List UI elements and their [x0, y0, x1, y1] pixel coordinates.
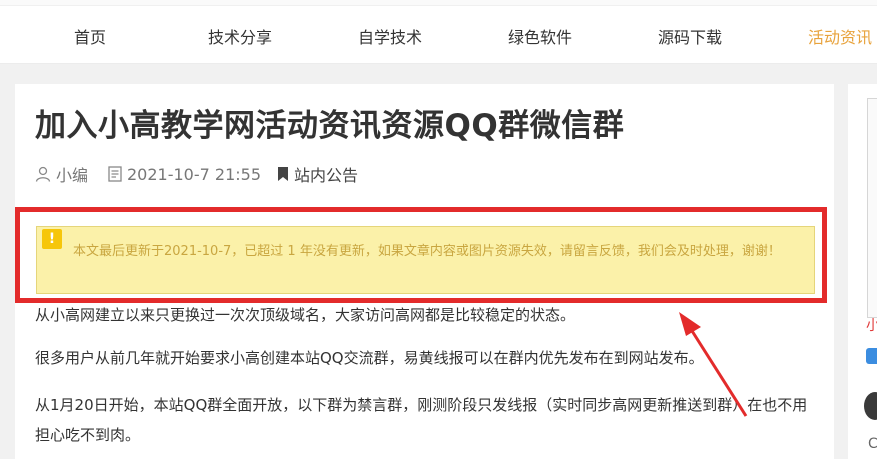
sidebar: 小 C — [848, 84, 877, 459]
article-card: 加入小高教学网活动资讯资源QQ群微信群 小编 2021-10-7 21:55 站… — [15, 84, 834, 459]
highlight-box — [15, 207, 827, 303]
calendar-icon — [108, 166, 122, 182]
paragraph-4: 担心吃不到肉。 — [35, 426, 141, 444]
nav-item-source-download[interactable]: 源码下载 — [658, 28, 722, 48]
publish-date: 2021-10-7 21:55 — [127, 164, 261, 184]
sidebar-c-text: C — [868, 436, 877, 452]
sidebar-red-text[interactable]: 小 — [866, 316, 877, 336]
nav-item-activity-news[interactable]: 活动资讯 — [808, 28, 872, 48]
article-title: 加入小高教学网活动资讯资源QQ群微信群 — [35, 108, 625, 144]
top-navigation-bar: 首页 技术分享 自学技术 绿色软件 源码下载 活动资讯 — [0, 0, 877, 64]
paragraph-1: 从小高网建立以来只更换过一次次顶级域名，大家访问高网都是比较稳定的状态。 — [35, 306, 576, 324]
user-icon — [35, 166, 51, 182]
top-strip — [0, 0, 877, 6]
nav-item-self-study[interactable]: 自学技术 — [358, 28, 422, 48]
nav-item-tech-share[interactable]: 技术分享 — [208, 28, 272, 48]
paragraph-3: 从1月20日开始，本站QQ群全面开放，以下群为禁言群，刚测阶段只发线报（实时同步… — [35, 396, 808, 414]
nav-item-green-software[interactable]: 绿色软件 — [508, 28, 572, 48]
author-name[interactable]: 小编 — [56, 162, 88, 186]
sidebar-image[interactable] — [867, 98, 877, 318]
sidebar-blue-button[interactable] — [866, 348, 877, 364]
meta-category[interactable]: 站内公告 — [277, 162, 358, 186]
meta-author[interactable]: 小编 — [35, 162, 88, 186]
bookmark-icon — [278, 167, 288, 181]
category-link[interactable]: 站内公告 — [294, 162, 358, 186]
paragraph-2: 很多用户从前几年就开始要求小高创建本站QQ交流群，易黄线报可以在群内优先发布在到… — [35, 349, 704, 367]
nav-item-home[interactable]: 首页 — [74, 28, 106, 48]
meta-date: 2021-10-7 21:55 — [108, 164, 261, 184]
avatar[interactable] — [864, 392, 877, 420]
